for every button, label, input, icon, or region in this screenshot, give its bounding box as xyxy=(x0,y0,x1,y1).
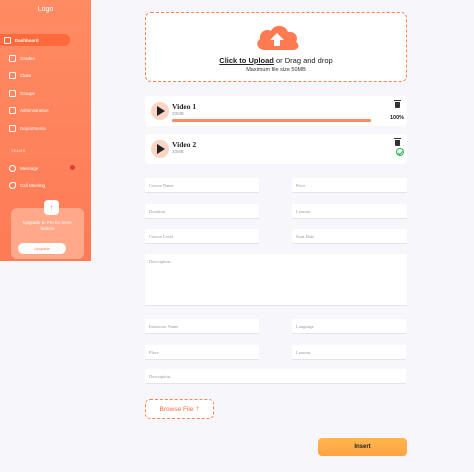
sidebar-item-grades[interactable]: Grades xyxy=(9,52,35,64)
video-size: 20MB xyxy=(172,149,184,154)
start-date-input[interactable]: Start Date xyxy=(292,229,407,244)
chat-icon xyxy=(9,164,16,172)
upload-progress-fill xyxy=(172,119,371,122)
video-item: Video 2 20MB xyxy=(145,134,407,164)
click-to-upload-link[interactable]: Click to Upload xyxy=(219,56,274,65)
sidebar-item-label: Dashboard xyxy=(15,37,39,43)
sidebar-item-label: Call Meeting xyxy=(20,182,46,188)
upload-progress-bar xyxy=(172,119,371,122)
building-icon xyxy=(9,124,16,132)
browse-file-button[interactable]: Browse File ↑ xyxy=(145,399,214,419)
upgrade-text: Upgrade to Pro for more feature xyxy=(23,220,72,231)
grid-icon xyxy=(4,36,11,44)
sidebar-item-label: Class xyxy=(20,72,32,78)
phone-icon xyxy=(9,181,16,189)
video-item: Video 1 20MB 100% xyxy=(145,96,407,126)
sidebar-item-groups[interactable]: Groups xyxy=(9,87,35,99)
play-icon[interactable] xyxy=(151,102,169,120)
sidebar-item-label: Departments xyxy=(20,125,46,131)
arrow-up-icon: ↑ xyxy=(195,404,200,413)
logo: Logo xyxy=(37,6,54,13)
play-icon[interactable] xyxy=(151,140,169,158)
language-input[interactable]: Language xyxy=(292,319,406,334)
lessons-input-2[interactable]: Lessons xyxy=(292,345,406,360)
check-circle-icon xyxy=(396,148,404,156)
calendar-icon xyxy=(9,106,16,114)
section-label-teams: TEAMS xyxy=(11,149,26,153)
lessons-input[interactable]: Lessons xyxy=(292,204,407,219)
max-file-size: Maximum file size 50MB xyxy=(246,67,306,73)
video-title: Video 2 xyxy=(172,140,197,149)
sidebar-item-label: Grades xyxy=(20,55,35,61)
trash-icon[interactable] xyxy=(394,138,401,146)
sidebar-item-message[interactable]: Message xyxy=(9,162,38,174)
notification-badge xyxy=(70,165,75,170)
sidebar-item-class[interactable]: Class xyxy=(9,69,31,81)
insert-button[interactable]: Insert xyxy=(318,438,407,456)
cloud-upload-icon xyxy=(257,25,299,50)
instructor-name-input[interactable]: Instructor Name xyxy=(145,319,259,334)
upgrade-card: ↑ Upgrade to Pro for more feature Upgrad… xyxy=(11,200,84,259)
arrow-up-icon: ↑ xyxy=(44,200,59,215)
sidebar-item-label: Administration xyxy=(20,107,49,113)
chart-icon xyxy=(9,54,16,62)
sidebar-item-label: Groups xyxy=(20,90,35,96)
course-name-input[interactable]: Course Name xyxy=(145,178,259,193)
place-input[interactable]: Place xyxy=(145,345,259,360)
book-icon xyxy=(9,71,16,79)
description-textarea[interactable]: Description... xyxy=(145,254,407,306)
video-title: Video 1 xyxy=(172,102,197,111)
sidebar: Logo Dashboard Grades Class Groups Admin… xyxy=(0,0,91,261)
upload-instruction: Click to Upload or Drag and drop xyxy=(146,56,406,65)
trash-icon[interactable] xyxy=(394,100,401,108)
sidebar-item-call-meeting[interactable]: Call Meeting xyxy=(9,179,45,191)
progress-percent: 100% xyxy=(390,115,405,121)
upload-dropzone[interactable]: Click to Upload or Drag and drop Maximum… xyxy=(145,12,407,82)
browse-file-label: Browse File xyxy=(159,405,194,413)
sidebar-item-administration[interactable]: Administration xyxy=(9,104,49,116)
users-icon xyxy=(9,89,16,97)
duration-input[interactable]: Duration xyxy=(145,204,259,219)
upgrade-button[interactable]: Upgrade xyxy=(18,243,66,254)
sidebar-item-departments[interactable]: Departments xyxy=(9,122,46,134)
sidebar-item-label: Message xyxy=(20,165,39,171)
sidebar-item-dashboard[interactable]: Dashboard xyxy=(0,34,70,46)
course-level-input[interactable]: Course Level xyxy=(145,229,259,244)
description-input-2[interactable]: Description... xyxy=(145,369,406,384)
price-input[interactable]: Price xyxy=(292,178,407,193)
drag-drop-text: or Drag and drop xyxy=(275,56,333,65)
video-size: 20MB xyxy=(172,111,184,116)
